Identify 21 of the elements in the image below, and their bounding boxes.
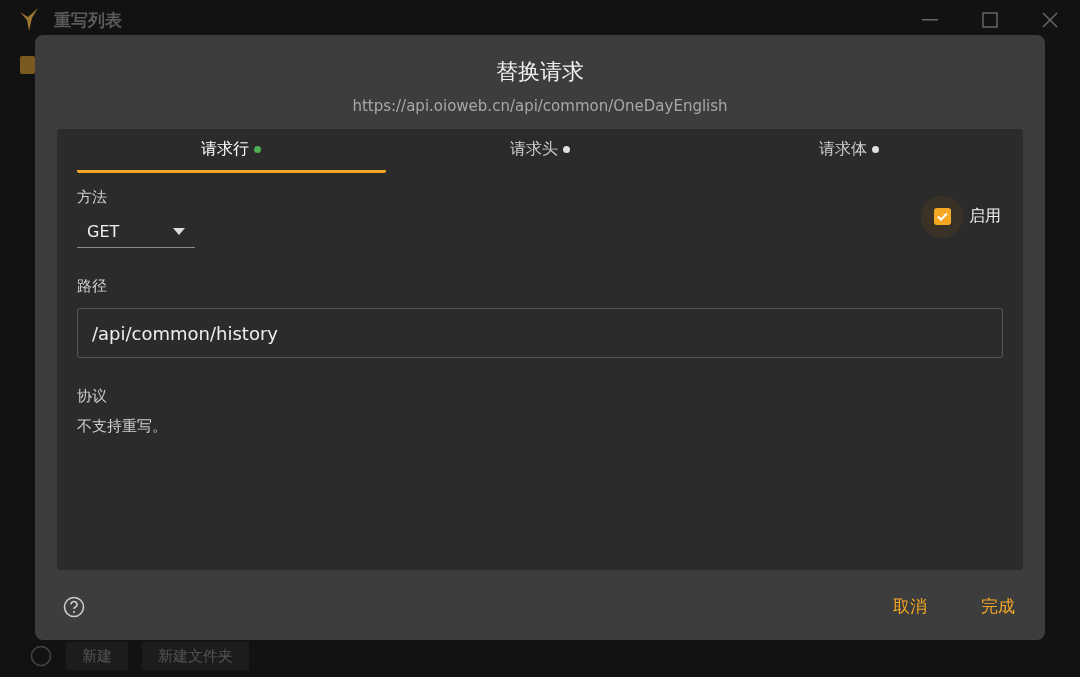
field-label: 方法: [77, 188, 107, 207]
request-url: https://api.oioweb.cn/api/common/OneDayEnglish: [352, 97, 728, 115]
checkbox-label: 启用: [969, 206, 1001, 227]
dialog-button[interactable]: 取消: [885, 591, 935, 622]
dialog-title: 替换请求: [496, 58, 584, 86]
field-label: 协议: [77, 387, 107, 406]
dialog-button[interactable]: 完成: [973, 591, 1023, 622]
method-dropdown[interactable]: GET: [77, 216, 195, 248]
protocol-text: 不支持重写。: [77, 417, 167, 436]
tab[interactable]: 请求头: [385, 129, 695, 173]
maximize-icon[interactable]: [982, 12, 998, 28]
window-title: 重写列表: [54, 8, 122, 32]
close-icon[interactable]: [1042, 12, 1058, 28]
tab[interactable]: 请求行: [77, 129, 386, 173]
checkbox[interactable]: [20, 56, 35, 74]
minimize-icon[interactable]: [922, 19, 938, 21]
tab[interactable]: 请求体: [694, 129, 1003, 173]
field-label: 路径: [77, 277, 107, 296]
checkbox[interactable]: [933, 208, 951, 225]
path-field[interactable]: /api/common/history: [77, 308, 1003, 358]
caret-icon: [173, 228, 185, 235]
